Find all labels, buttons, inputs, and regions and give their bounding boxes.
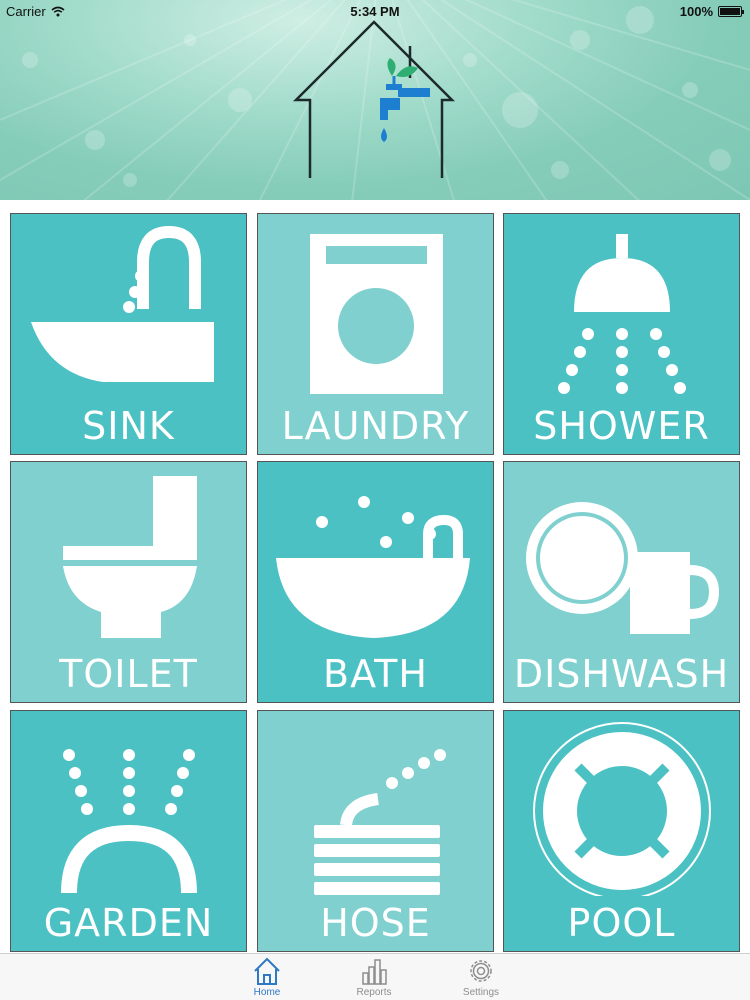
tile-label: DISHWASH	[513, 652, 730, 696]
lifebuoy-icon	[533, 722, 711, 896]
tile-sink[interactable]: SINK	[10, 213, 247, 455]
tab-label: Settings	[462, 987, 500, 998]
sprinkler-icon	[61, 749, 197, 894]
tile-label: POOL	[567, 901, 676, 945]
washing-machine-icon	[310, 234, 443, 394]
tab-label: Home	[253, 987, 281, 998]
tile-toilet[interactable]: TOILET	[10, 461, 247, 703]
tile-label: GARDEN	[43, 901, 214, 945]
gear-icon	[470, 960, 492, 982]
tile-dishwash[interactable]: DISHWASH	[503, 461, 740, 703]
water-usage-grid: SINK LAUNDRY SHOWER TOILET BATH DISHWASH…	[0, 205, 750, 953]
tile-label: SINK	[82, 404, 175, 448]
bar-chart-icon	[362, 959, 387, 985]
battery-percent: 100%	[679, 4, 713, 19]
tile-pool[interactable]: POOL	[503, 710, 740, 952]
tab-reports[interactable]: Reports	[339, 956, 409, 1000]
tab-label: Reports	[356, 987, 392, 998]
tile-garden[interactable]: GARDEN	[10, 710, 247, 952]
clock: 5:34 PM	[350, 4, 400, 19]
tile-bath[interactable]: BATH	[257, 461, 494, 703]
tile-label: TOILET	[59, 652, 198, 696]
tile-shower[interactable]: SHOWER	[503, 213, 740, 455]
sink-icon	[31, 225, 214, 382]
bathtub-icon	[276, 496, 470, 638]
tile-label: BATH	[323, 652, 428, 696]
battery-icon	[718, 6, 744, 17]
tile-laundry[interactable]: LAUNDRY	[257, 213, 494, 455]
tab-settings[interactable]: Settings	[446, 956, 516, 1000]
header-banner: Carrier 5:34 PM 100%	[0, 0, 750, 200]
toilet-icon	[63, 476, 197, 638]
app-logo-house-tap-icon	[292, 20, 456, 178]
tab-home[interactable]: Home	[232, 956, 302, 1000]
tile-hose[interactable]: HOSE	[257, 710, 494, 952]
home-icon	[254, 957, 280, 985]
shower-icon	[558, 234, 686, 394]
tile-label: HOSE	[320, 901, 431, 945]
hose-icon	[314, 749, 446, 895]
tab-bar: Home Reports Settings	[0, 953, 750, 1000]
dishes-icon	[526, 502, 720, 634]
tile-label: SHOWER	[533, 404, 710, 448]
tile-label: LAUNDRY	[281, 404, 470, 448]
